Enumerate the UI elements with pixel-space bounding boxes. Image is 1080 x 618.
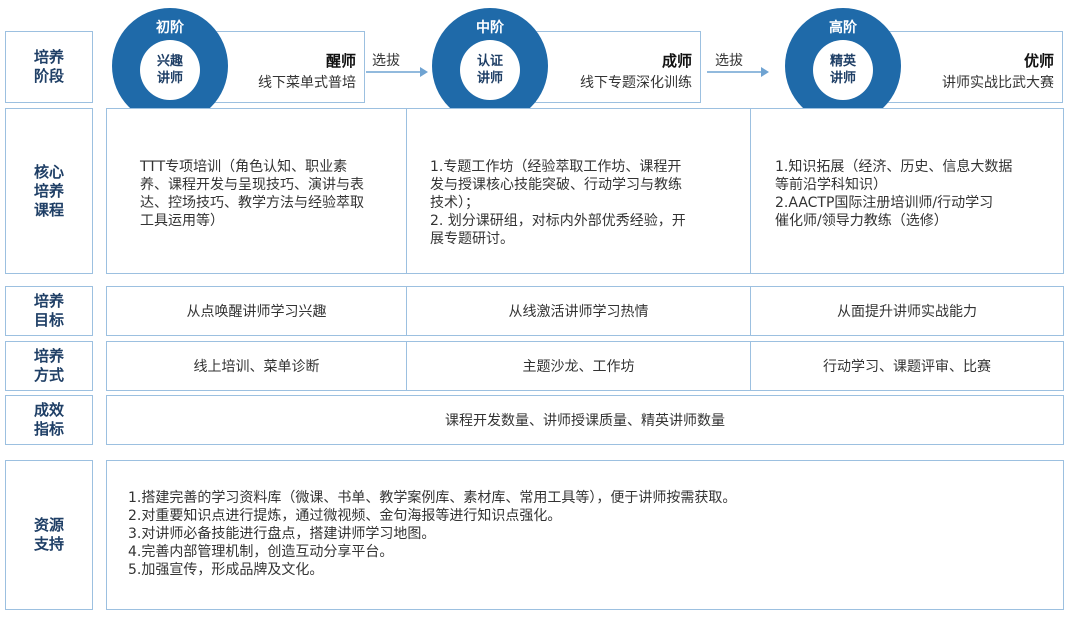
row-label-support: 资源 支持 xyxy=(5,460,93,610)
course-text-1: TTT专项培训（角色认知、职业素 养、课程开发与呈现技巧、演讲与表 达、控场技巧… xyxy=(140,159,364,229)
stage-title-3: 优师 xyxy=(1023,52,1054,70)
stage-box-2: 成师 线下专题深化训练 xyxy=(535,31,701,103)
course-divider-1 xyxy=(406,108,407,274)
stage-circle-label-1: 兴趣 讲师 xyxy=(140,40,200,100)
row-label-stage: 培养 阶段 xyxy=(5,31,93,103)
stage-title-2: 成师 xyxy=(661,52,692,70)
stage-title-1: 醒师 xyxy=(325,52,356,70)
row-label-method: 培养 方式 xyxy=(5,341,93,391)
stage-circle-label-2: 认证 讲师 xyxy=(460,40,520,100)
course-text-2: 1.专题工作坊（经验萃取工作坊、课程开 发与授课核心技能突破、行动学习与教练 技… xyxy=(430,159,686,247)
row-label-course: 核心 培养 课程 xyxy=(5,108,93,274)
stage-subtitle-2: 线下专题深化训练 xyxy=(580,75,692,91)
metrics-cell: 课程开发数量、讲师授课质量、精英讲师数量 xyxy=(106,395,1064,445)
method-cell-3: 行动学习、课题评审、比赛 xyxy=(750,341,1064,391)
stage-level-1: 初阶 xyxy=(156,20,184,36)
goal-cell-3: 从面提升讲师实战能力 xyxy=(750,286,1064,336)
course-text-3: 1.知识拓展（经济、历史、信息大数据 等前沿学科知识） 2.AACTP国际注册培… xyxy=(775,159,1013,229)
stage-level-2: 中阶 xyxy=(476,20,504,36)
stage-box-3: 优师 讲师实战比武大赛 xyxy=(880,31,1063,103)
goal-cell-1: 从点唤醒讲师学习兴趣 xyxy=(106,286,407,336)
stage-subtitle-3: 讲师实战比武大赛 xyxy=(942,75,1054,91)
method-cell-1: 线上培训、菜单诊断 xyxy=(106,341,407,391)
stage-subtitle-1: 线下菜单式普培 xyxy=(258,75,356,91)
stage-circle-label-3: 精英 讲师 xyxy=(813,40,873,100)
stage-circle-2: 中阶 认证 讲师 xyxy=(432,8,548,124)
row-label-goal: 培养 目标 xyxy=(5,286,93,336)
row-label-metrics: 成效 指标 xyxy=(5,395,93,445)
stage-circle-1: 初阶 兴趣 讲师 xyxy=(112,8,228,124)
course-divider-2 xyxy=(750,108,751,274)
method-cell-2: 主题沙龙、工作坊 xyxy=(406,341,751,391)
support-text: 1.搭建完善的学习资料库（微课、书单、教学案例库、素材库、常用工具等），便于讲师… xyxy=(128,490,737,578)
goal-cell-2: 从线激活讲师学习热情 xyxy=(406,286,751,336)
arrow-right-icon xyxy=(707,67,769,77)
stage-circle-3: 高阶 精英 讲师 xyxy=(785,8,901,124)
stage-box-1: 醒师 线下菜单式普培 xyxy=(205,31,365,103)
stage-level-3: 高阶 xyxy=(829,20,857,36)
arrow-right-icon xyxy=(366,67,428,77)
